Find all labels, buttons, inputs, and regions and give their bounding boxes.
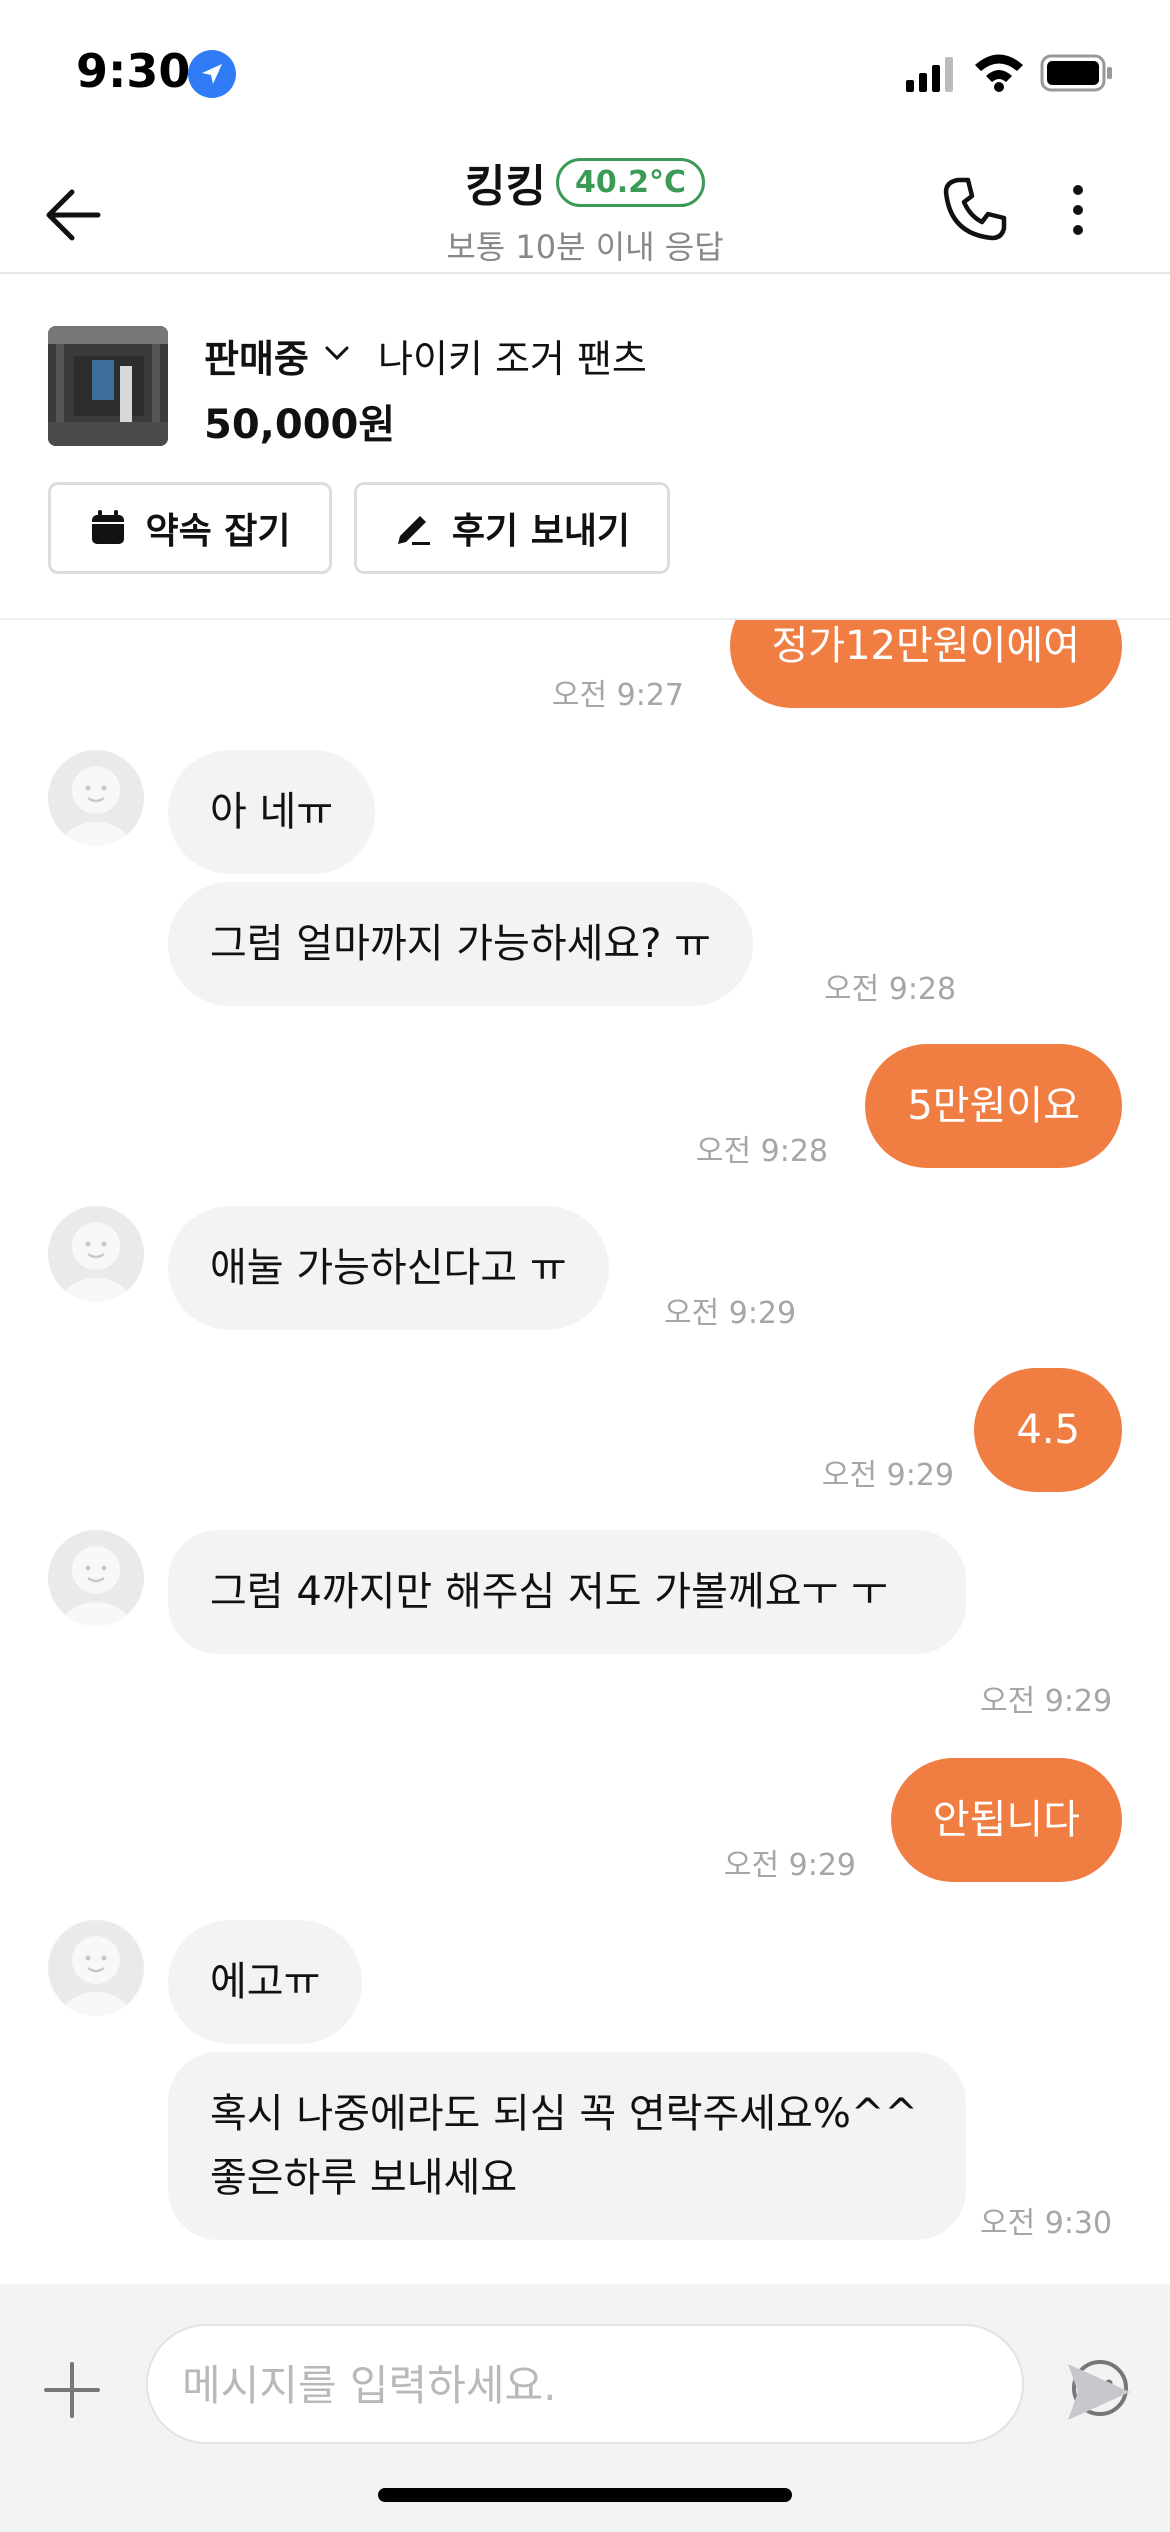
attach-button[interactable]: [38, 2356, 106, 2424]
more-options-button[interactable]: [1058, 180, 1098, 240]
make-appointment-label: 약속 잡기: [145, 511, 291, 552]
message-bubble-incoming[interactable]: 에고ㅠ: [168, 1920, 363, 2044]
message-bubble-incoming[interactable]: 혹시 나중에라도 되심 꼭 연락주세요%^^ 좋은하루 보내세요: [168, 2052, 966, 2240]
message-bubble-incoming[interactable]: 그럼 얼마까지 가능하세요? ㅠ: [168, 882, 753, 1006]
message-time: 오전 9:29: [723, 1848, 856, 1883]
send-button[interactable]: [1060, 2354, 1136, 2430]
product-card: 판매중 나이키 조거 팬츠 50,000원 약속 잡기 후기 보내기: [0, 276, 1170, 620]
send-review-label: 후기 보내기: [451, 511, 631, 552]
message-time: 오전 9:30: [980, 2206, 1113, 2241]
pencil-icon: [397, 516, 430, 545]
avatar[interactable]: [48, 1206, 144, 1302]
message-time: 오전 9:28: [824, 972, 957, 1007]
message-text: 안됩니다: [932, 1797, 1080, 1843]
product-name[interactable]: 나이키 조거 팬츠: [378, 328, 647, 383]
default-profile-icon: [62, 1222, 130, 1302]
avatar[interactable]: [48, 1530, 144, 1626]
avatar[interactable]: [48, 1920, 144, 2016]
message-bubble-outgoing[interactable]: 5만원이요: [865, 1044, 1122, 1168]
message-text: 정가12만원이에여: [771, 623, 1081, 669]
message-text: 4.5: [1016, 1407, 1080, 1453]
product-thumbnail[interactable]: [48, 326, 168, 446]
message-bubble-incoming[interactable]: 애눌 가능하신다고 ㅠ: [168, 1206, 609, 1330]
message-time: 오전 9:28: [695, 1134, 828, 1169]
message-bubble-outgoing[interactable]: 정가12만원이에여: [729, 620, 1122, 708]
calendar-icon: [92, 510, 125, 544]
chat-partner-name[interactable]: 킹킹: [465, 150, 546, 214]
avatar[interactable]: [48, 750, 144, 846]
message-bubble-incoming[interactable]: 그럼 4까지만 해주심 저도 가볼께요ㅜ ㅜ: [168, 1530, 966, 1654]
status-time: 9:30: [76, 44, 191, 98]
message-bubble-outgoing[interactable]: 안됩니다: [890, 1758, 1122, 1882]
message-time: 오전 9:29: [821, 1458, 954, 1493]
message-text: 5만원이요: [907, 1083, 1080, 1129]
battery-icon: [1040, 54, 1114, 96]
default-profile-icon: [62, 1936, 130, 2016]
message-input-field[interactable]: [146, 2324, 1128, 2444]
status-bar: 9:30: [0, 0, 1170, 140]
message-bubble-outgoing[interactable]: 4.5: [974, 1368, 1122, 1492]
message-list[interactable]: 정가12만원이에여 오전 9:27 아 네ㅠ 그럼 얼마까지 가능하세요? ㅠ …: [0, 620, 1170, 2284]
send-arrow-icon: [1068, 2364, 1130, 2420]
product-price: 50,000원: [204, 402, 396, 448]
default-profile-icon: [62, 766, 130, 846]
message-text: 혹시 나중에라도 되심 꼭 연락주세요%^^ 좋은하루 보내세요: [210, 2091, 918, 2201]
home-indicator: [378, 2488, 792, 2502]
message-text: 아 네ㅠ: [210, 789, 334, 835]
wifi-icon: [972, 52, 1026, 96]
message-time: 오전 9:29: [664, 1296, 797, 1331]
message-text: 그럼 4까지만 해주심 저도 가볼께요ㅜ ㅜ: [210, 1569, 888, 1615]
message-time: 오전 9:27: [551, 678, 684, 713]
sale-status-dropdown[interactable]: 판매중: [204, 328, 309, 383]
chevron-down-icon[interactable]: [322, 338, 352, 368]
default-profile-icon: [62, 1546, 130, 1626]
message-input[interactable]: [182, 2350, 902, 2420]
message-text: 에고ㅠ: [210, 1959, 321, 2005]
manner-temperature-badge: 40.2°C: [555, 157, 705, 207]
more-vertical-icon: [1073, 185, 1083, 235]
cellular-signal-icon: [906, 56, 956, 96]
send-review-button[interactable]: 후기 보내기: [354, 482, 670, 574]
message-text: 애눌 가능하신다고 ㅠ: [210, 1245, 567, 1291]
message-time: 오전 9:29: [980, 1684, 1113, 1719]
plus-icon: [44, 2362, 100, 2418]
phone-icon: [943, 177, 1007, 241]
call-button[interactable]: [938, 172, 1012, 246]
location-arrow-icon: [188, 50, 236, 98]
chat-header: 킹킹 40.2°C 보통 10분 이내 응답: [0, 140, 1170, 274]
make-appointment-button[interactable]: 약속 잡기: [48, 482, 332, 574]
message-bubble-incoming[interactable]: 아 네ㅠ: [168, 750, 376, 874]
message-text: 그럼 얼마까지 가능하세요? ㅠ: [210, 921, 711, 967]
